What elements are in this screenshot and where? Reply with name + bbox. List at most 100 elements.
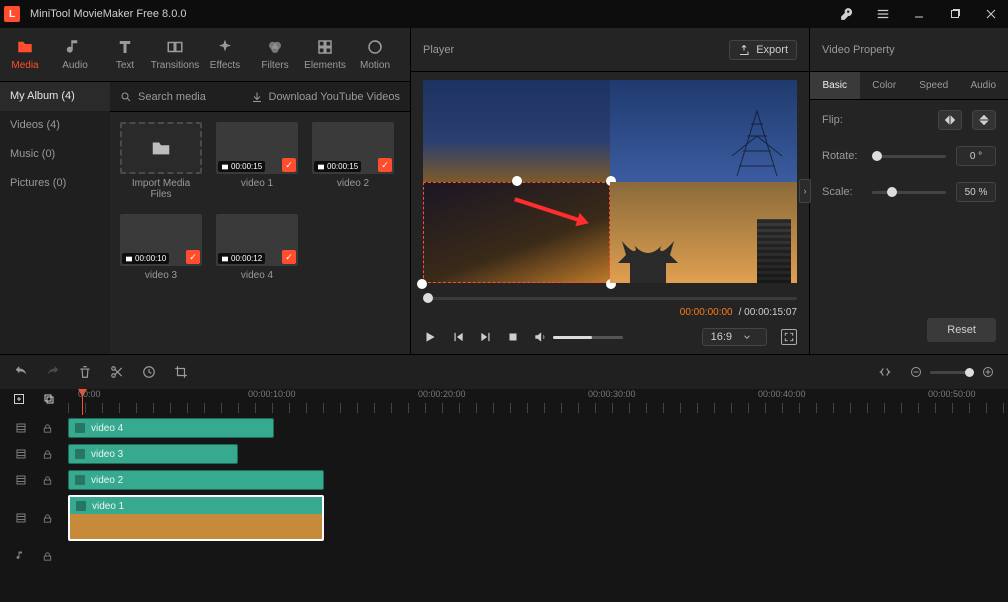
tab-transitions[interactable]: Transitions: [150, 28, 200, 81]
timeline-ruler[interactable]: 00:0000:00:10:0000:00:20:0000:00:30:0000…: [68, 389, 1008, 415]
search-media[interactable]: Search media: [120, 91, 243, 103]
app-window: L MiniTool MovieMaker Free 8.0.0 MediaAu…: [0, 0, 1008, 602]
flip-vertical-button[interactable]: [972, 110, 996, 130]
scale-slider[interactable]: [872, 191, 946, 194]
tab-audio[interactable]: Audio: [50, 28, 100, 81]
rotate-slider[interactable]: [872, 155, 946, 158]
stop-icon[interactable]: [507, 331, 519, 343]
license-key-icon[interactable]: [834, 2, 860, 26]
crop-icon[interactable]: [174, 365, 188, 379]
annotation-arrow: [514, 197, 582, 222]
maximize-icon[interactable]: [942, 2, 968, 26]
export-button[interactable]: Export: [729, 40, 797, 60]
media-thumb[interactable]: 00:00:15✓video 2: [312, 122, 394, 200]
timeline-track[interactable]: video 4: [0, 415, 1008, 441]
add-track-icon[interactable]: [13, 393, 25, 405]
property-tab-audio[interactable]: Audio: [959, 72, 1008, 99]
tab-effects[interactable]: Effects: [200, 28, 250, 81]
lock-icon[interactable]: [42, 551, 53, 562]
player-scrubber[interactable]: [423, 291, 797, 305]
track-type-icon: [15, 474, 27, 486]
minimize-icon[interactable]: [906, 2, 932, 26]
delete-icon[interactable]: [78, 365, 92, 379]
undo-icon[interactable]: [14, 365, 28, 379]
timeline-clip[interactable]: video 4: [68, 418, 274, 438]
search-icon: [120, 91, 132, 103]
lock-icon[interactable]: [42, 475, 53, 486]
tab-text[interactable]: Text: [100, 28, 150, 81]
fullscreen-icon[interactable]: [781, 329, 797, 345]
close-icon[interactable]: [978, 2, 1004, 26]
prev-frame-icon[interactable]: [451, 330, 465, 344]
tab-elements[interactable]: Elements: [300, 28, 350, 81]
volume-icon: [533, 330, 547, 344]
property-tab-basic[interactable]: Basic: [810, 72, 860, 99]
timeline-clip[interactable]: video 1: [68, 495, 324, 541]
timeline-track[interactable]: video 2: [0, 467, 1008, 493]
menu-icon[interactable]: [870, 2, 896, 26]
resize-handle[interactable]: [417, 279, 427, 289]
album-nav-item[interactable]: Pictures (0): [0, 169, 110, 198]
track-gutter: [0, 512, 68, 524]
title-bar[interactable]: L MiniTool MovieMaker Free 8.0.0: [0, 0, 1008, 28]
flip-horizontal-button[interactable]: [938, 110, 962, 130]
album-nav-item[interactable]: Videos (4): [0, 111, 110, 140]
timeline: 00:0000:00:10:0000:00:20:0000:00:30:0000…: [0, 354, 1008, 602]
film-icon: [75, 475, 85, 485]
film-icon: [75, 423, 85, 433]
lock-icon[interactable]: [42, 423, 53, 434]
expand-properties-icon[interactable]: ›: [799, 179, 811, 203]
flip-label: Flip:: [822, 114, 862, 126]
app-icon: L: [4, 6, 20, 22]
volume-control[interactable]: [533, 330, 623, 344]
ruler-label: 00:00:30:00: [588, 389, 636, 399]
film-icon: [75, 449, 85, 459]
aspect-ratio-select[interactable]: 16:9: [702, 328, 767, 346]
timeline-clip[interactable]: video 3: [68, 444, 238, 464]
tab-motion[interactable]: Motion: [350, 28, 400, 81]
album-nav-item[interactable]: Music (0): [0, 140, 110, 169]
zoom-in-icon[interactable]: [982, 366, 994, 378]
timeline-tracks: video 4 video 3 video 2 video 1: [0, 415, 1008, 602]
timeline-zoom[interactable]: [910, 366, 994, 378]
redo-icon[interactable]: [46, 365, 60, 379]
tab-filters[interactable]: Filters: [250, 28, 300, 81]
media-thumb[interactable]: 00:00:15✓video 1: [216, 122, 298, 200]
timeline-track[interactable]: video 1: [0, 493, 1008, 543]
tab-media[interactable]: Media: [0, 28, 50, 81]
search-placeholder: Search media: [138, 91, 206, 103]
split-icon[interactable]: [110, 365, 124, 379]
player-timecode: 00:00:00:00 / 00:00:15:07: [411, 305, 809, 320]
play-icon[interactable]: [423, 330, 437, 344]
track-gutter: [0, 448, 68, 460]
property-tab-color[interactable]: Color: [860, 72, 910, 99]
property-tab-speed[interactable]: Speed: [909, 72, 959, 99]
timeline-clip[interactable]: video 2: [68, 470, 324, 490]
preview-quadrant-3-selected[interactable]: [423, 182, 610, 284]
track-stack-icon[interactable]: [43, 393, 55, 405]
lock-icon[interactable]: [42, 513, 53, 524]
scale-value[interactable]: 50 %: [956, 182, 996, 202]
ruler-label: 00:00:10:00: [248, 389, 296, 399]
scale-label: Scale:: [822, 186, 862, 198]
rotate-value[interactable]: 0 °: [956, 146, 996, 166]
fit-timeline-icon[interactable]: [878, 365, 892, 379]
player-viewport[interactable]: [423, 80, 797, 283]
album-nav-item[interactable]: My Album (4): [0, 82, 110, 111]
rotate-label: Rotate:: [822, 150, 862, 162]
track-type-icon: [15, 512, 27, 524]
reset-button[interactable]: Reset: [927, 318, 996, 342]
media-thumb[interactable]: 00:00:10✓video 3: [120, 214, 202, 281]
import-media-tile[interactable]: Import Media Files: [120, 122, 202, 200]
zoom-out-icon[interactable]: [910, 366, 922, 378]
lock-icon[interactable]: [42, 449, 53, 460]
download-youtube-link[interactable]: Download YouTube Videos: [251, 91, 401, 103]
next-frame-icon[interactable]: [479, 330, 493, 344]
timeline-toolbar: [0, 355, 1008, 389]
timeline-track-audio[interactable]: [0, 543, 1008, 569]
speed-icon[interactable]: [142, 365, 156, 379]
chevron-down-icon: [742, 332, 752, 342]
media-thumb[interactable]: 00:00:12✓video 4: [216, 214, 298, 281]
timeline-track[interactable]: video 3: [0, 441, 1008, 467]
resize-handle[interactable]: [512, 176, 522, 186]
